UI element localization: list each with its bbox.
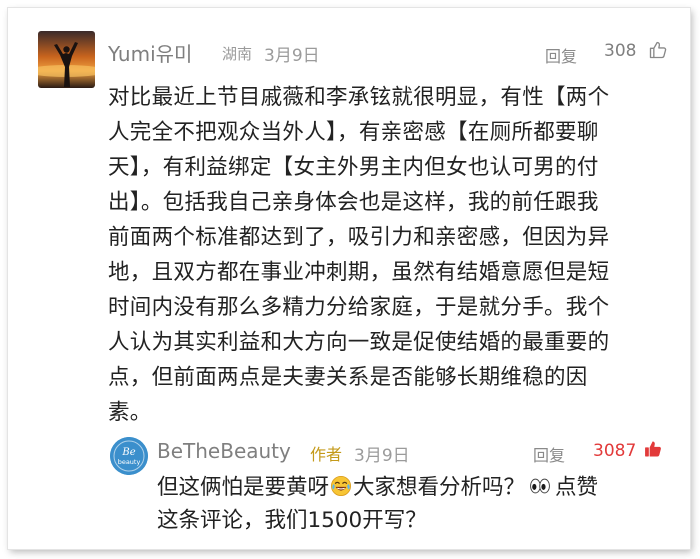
reply-comment: Be beauty BeTheBeauty 作者 3月9日 回复 3087 但这… (100, 423, 682, 539)
reply-text-part: 点赞 (555, 475, 599, 500)
comment-body-line: 天】，有利益绑定【女主外男主内但女也认可男的付 (108, 155, 599, 180)
author-badge: 作者 (310, 445, 343, 464)
comment-date: 3月9日 (264, 46, 320, 66)
reply-avatar[interactable]: Be beauty (110, 437, 148, 475)
comment-body-line: 对比最近上节目戚薇和李承铉就很明显，有性【两个 (108, 85, 610, 110)
comment-body-line: 出】。包括我自己亲身体会也是这样，我的前任跟我 (108, 190, 599, 215)
thumbs-up-filled-icon[interactable] (643, 439, 663, 459)
sunset-silhouette-avatar (38, 31, 95, 88)
reply-body-line-1: 但这俩怕是要黄呀 大家想看分析吗？ 点赞 (157, 471, 667, 504)
like-count: 308 (604, 41, 637, 61)
comment-body: 对比最近上节目戚薇和李承铉就很明显，有性【两个 人完全不把观众当外人】，有亲密感… (108, 80, 673, 430)
reply-date: 3月9日 (354, 446, 410, 466)
bethebeauty-logo-avatar: Be beauty (110, 437, 148, 475)
eyes-emoji-icon (530, 478, 550, 494)
user-avatar[interactable] (38, 31, 95, 88)
reply-text-part: 大家想看分析吗？ (353, 475, 526, 500)
location-tag: 湖南 (222, 45, 253, 63)
comment-card: Yumi유미 湖南 3月9日 回复 308 对比最近上节目戚薇和李承铉就很明显，… (8, 8, 690, 549)
comment-body-line: 点，但前面两点是夫妻关系是否能够长期维稳的因 (108, 365, 588, 390)
comment-body-line: 人认为其实利益和大方向一致是促使结婚的最重要的 (108, 330, 610, 355)
comment-meta: Yumi유미 湖南 3月9日 回复 308 (108, 38, 678, 70)
comment-body-line: 前面两个标准都达到了，吸引力和亲密感，但因为异 (108, 225, 610, 250)
thumbs-up-icon[interactable] (648, 40, 668, 60)
reply-button[interactable]: 回复 (533, 442, 565, 466)
laughing-tears-emoji-icon (331, 476, 352, 496)
username[interactable]: Yumi유미 (108, 38, 192, 67)
comment-body-line: 地，且双方都在事业冲刺期，虽然有结婚意愿但是短 (108, 260, 610, 285)
avatar-logo-text-bottom: beauty (118, 458, 141, 466)
comment-body-line: 时间内没有那么多精力分给家庭，于是就分手。我个 (108, 295, 610, 320)
reply-like-count: 3087 (593, 441, 637, 461)
avatar-logo-text-top: Be (121, 447, 135, 458)
reply-body: 但这俩怕是要黄呀 大家想看分析吗？ 点赞 这条评论，我们1500开写？ (157, 471, 667, 537)
reply-username[interactable]: BeTheBeauty (157, 439, 291, 463)
reply-button[interactable]: 回复 (545, 43, 577, 67)
comment-body-line: 人完全不把观众当外人】，有亲密感【在厕所都要聊 (108, 120, 599, 145)
reply-text-part: 但这俩怕是要黄呀 (157, 475, 330, 500)
reply-body-line-2: 这条评论，我们1500开写？ (157, 508, 427, 533)
